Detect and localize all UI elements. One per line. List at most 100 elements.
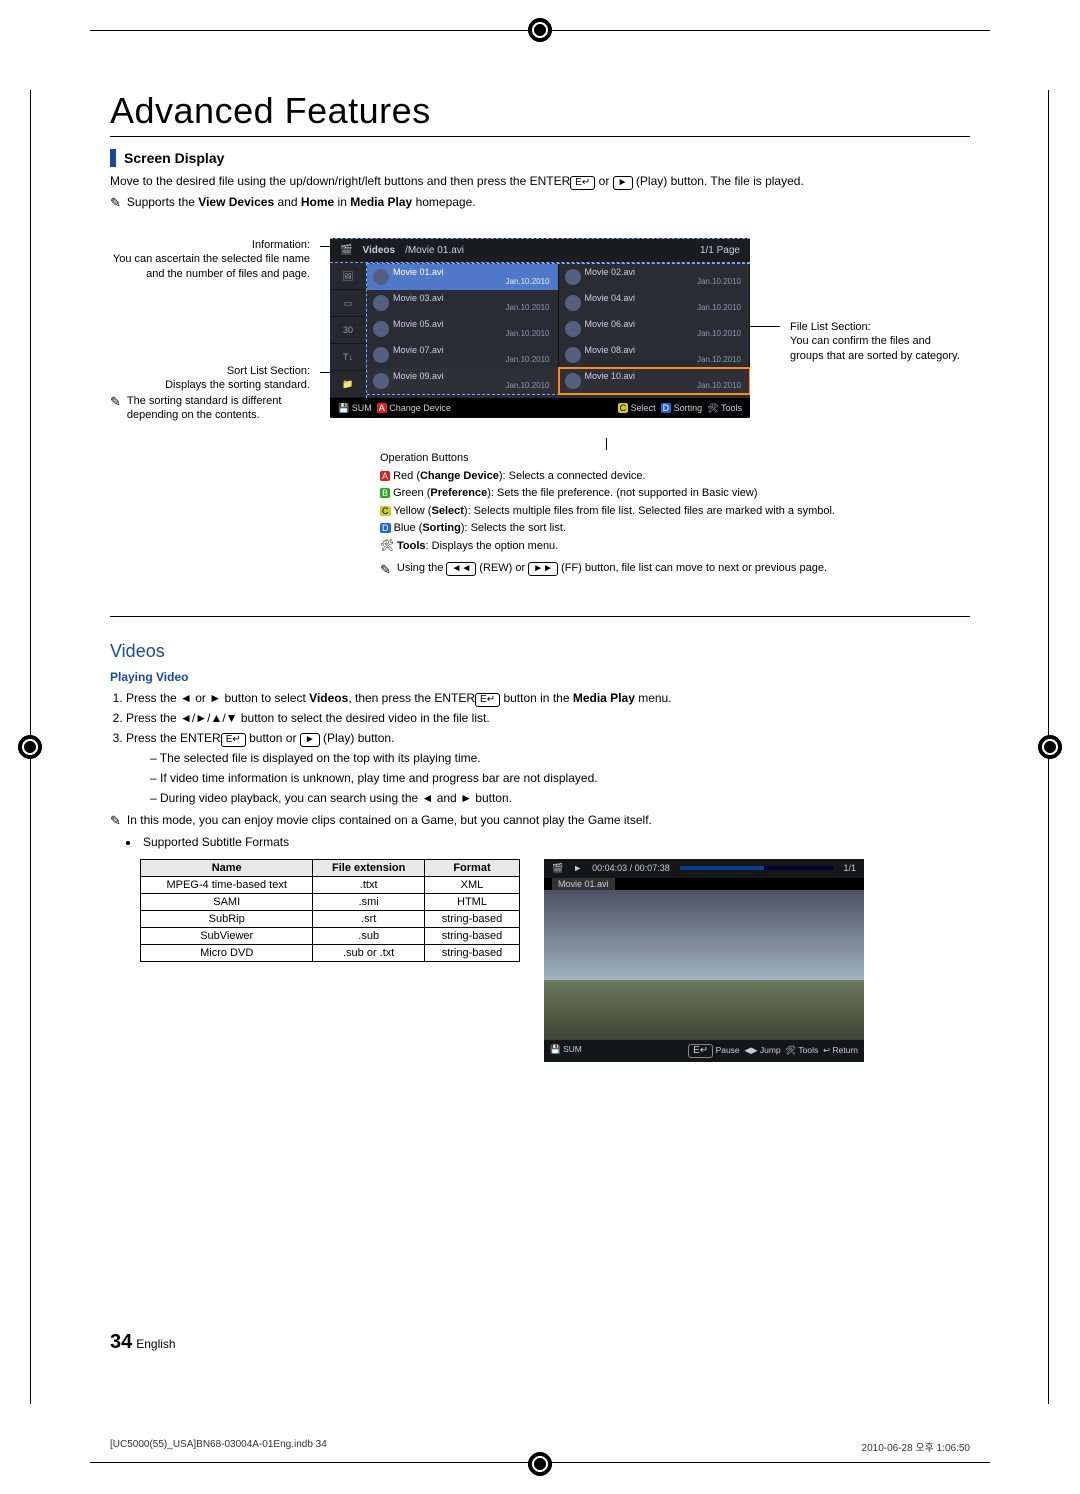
- table-row: SubViewer.substring-based: [141, 927, 520, 944]
- drive-icon: 💾: [550, 1044, 561, 1054]
- list-item[interactable]: Movie 07.aviJan.10.2010: [367, 342, 559, 368]
- screen-display-figure: Information: You can ascertain the selec…: [110, 228, 970, 588]
- tv-sort-sidebar: 🖼 ▭ 30 T↓ 📁: [330, 263, 366, 398]
- tools-icon: 🛠: [785, 1045, 796, 1055]
- note-view-devices: ✎ Supports the View Devices and Home in …: [110, 194, 970, 212]
- tools-icon: 🛠: [707, 403, 718, 413]
- file-date: Jan.10.2010: [585, 278, 742, 287]
- list-item[interactable]: Movie 01.avi Jan.10.2010: [367, 264, 559, 290]
- sidebar-date-icon[interactable]: 30: [330, 317, 366, 344]
- intro-paragraph: Move to the desired file using the up/do…: [110, 173, 970, 190]
- operation-buttons-block: Operation Buttons A Red (Change Device):…: [380, 450, 835, 581]
- enter-icon: E↵: [688, 1044, 713, 1058]
- file-date: Jan.10.2010: [393, 278, 550, 287]
- registration-mark-right: [1038, 735, 1062, 759]
- play-icon: ►: [300, 733, 320, 747]
- file-icon: [565, 295, 581, 311]
- supported-subtitle-label: Supported Subtitle Formats: [126, 835, 970, 849]
- player-file-title: Movie 01.avi: [552, 878, 615, 890]
- enter-icon: E↵: [570, 176, 595, 190]
- doc-filename: [UC5000(55)_USA]BN68-03004A-01Eng.indb 3…: [110, 1439, 327, 1454]
- table-row: Micro DVD.sub or .txtstring-based: [141, 944, 520, 961]
- tv-footer: 💾 SUM A Change Device C Select D Sorting…: [330, 398, 750, 418]
- note-icon: ✎: [380, 560, 391, 580]
- video-player-screenshot: 🎬 ► 00:04:03 / 00:07:38 1/1 Movie 01.avi…: [544, 859, 864, 1062]
- sidebar-folder-icon[interactable]: 📁: [330, 371, 366, 398]
- file-icon: [565, 347, 581, 363]
- steps-list: Press the ◄ or ► button to select Videos…: [126, 690, 970, 806]
- table-row: SAMI.smiHTML: [141, 893, 520, 910]
- sidebar-ratio-icon[interactable]: ▭: [330, 290, 366, 317]
- registration-mark-top: [528, 18, 552, 42]
- list-item[interactable]: Movie 10.aviJan.10.2010: [559, 368, 751, 394]
- change-device-label: Change Device: [389, 403, 451, 413]
- file-icon: [373, 347, 389, 363]
- tools-icon: 🛠: [380, 540, 394, 552]
- doc-timestamp: 2010-06-28 오후 1:06:50: [862, 1439, 970, 1454]
- file-icon: [373, 321, 389, 337]
- file-icon: [565, 321, 581, 337]
- d-button-badge: D: [661, 403, 672, 413]
- subtitle-formats-table: Name File extension Format MPEG-4 time-b…: [140, 859, 520, 962]
- list-item[interactable]: Movie 03.aviJan.10.2010: [367, 290, 559, 316]
- note-icon: ✎: [110, 394, 121, 423]
- registration-mark-bottom: [528, 1452, 552, 1476]
- col-format: Format: [424, 859, 519, 876]
- list-item[interactable]: Movie 08.aviJan.10.2010: [559, 342, 751, 368]
- playing-video-subheading: Playing Video: [110, 670, 970, 684]
- tv-file-list: Movie 01.avi Jan.10.2010 Movie 02.avi Ja…: [367, 263, 750, 395]
- col-name: Name: [141, 859, 313, 876]
- film-icon: 🎬: [552, 863, 563, 874]
- video-scene: [544, 890, 864, 1040]
- leader-line-right: [750, 326, 780, 327]
- note-game-mode: ✎ In this mode, you can enjoy movie clip…: [110, 812, 970, 830]
- file-icon: [373, 269, 389, 285]
- list-item[interactable]: Movie 09.aviJan.10.2010: [367, 368, 559, 394]
- note-icon: ✎: [110, 194, 121, 212]
- a-button-badge: A: [377, 403, 387, 413]
- file-icon: [373, 295, 389, 311]
- page-title: Advanced Features: [110, 90, 970, 137]
- table-row: SubRip.srtstring-based: [141, 910, 520, 927]
- sidebar-title-icon[interactable]: T↓: [330, 344, 366, 371]
- callout-sort-note: ✎ The sorting standard is different depe…: [110, 394, 310, 423]
- a-button-badge: A: [380, 471, 390, 481]
- bullet: The selected file is displayed on the to…: [150, 750, 970, 767]
- list-item[interactable]: Movie 05.aviJan.10.2010: [367, 316, 559, 342]
- bullet: If video time information is unknown, pl…: [150, 770, 970, 787]
- callout-filelist: File List Section: You can confirm the f…: [790, 320, 960, 363]
- d-button-badge: D: [380, 523, 391, 533]
- table-row: MPEG-4 time-based text.ttxtXML: [141, 876, 520, 893]
- tv-breadcrumb: /Movie 01.avi: [405, 245, 464, 256]
- accent-bar: [110, 149, 116, 167]
- step-3: Press the ENTERE↵ button or ► (Play) but…: [126, 730, 970, 806]
- tv-pageinfo: 1/1 Page: [700, 245, 740, 256]
- col-ext: File extension: [313, 859, 425, 876]
- tv-category: Videos: [362, 245, 395, 256]
- drive-icon: 💾: [338, 403, 349, 413]
- sidebar-thumbnail-icon[interactable]: 🖼: [330, 263, 366, 290]
- progress-bar[interactable]: [680, 866, 834, 870]
- videos-heading: Videos: [110, 616, 970, 662]
- list-item[interactable]: Movie 06.aviJan.10.2010: [559, 316, 751, 342]
- player-time: 00:04:03 / 00:07:38: [592, 863, 670, 873]
- callout-information: Information: You can ascertain the selec…: [110, 238, 310, 281]
- section-title: Screen Display: [124, 150, 224, 166]
- enter-icon: E↵: [475, 693, 500, 707]
- list-item[interactable]: Movie 02.avi Jan.10.2010: [559, 264, 751, 290]
- bullet: During video playback, you can search us…: [150, 790, 970, 807]
- c-button-badge: C: [380, 506, 391, 516]
- rew-icon: ◄◄: [446, 562, 476, 576]
- leader-line-op: [606, 438, 607, 450]
- callout-sortlist: Sort List Section: Displays the sorting …: [110, 364, 310, 393]
- play-icon: ►: [613, 176, 633, 190]
- ff-icon: ►►: [528, 562, 558, 576]
- op-heading: Operation Buttons: [380, 450, 835, 467]
- list-item[interactable]: Movie 04.aviJan.10.2010: [559, 290, 751, 316]
- document-footer: [UC5000(55)_USA]BN68-03004A-01Eng.indb 3…: [110, 1439, 970, 1454]
- page-number: 34English: [110, 1331, 176, 1354]
- b-button-badge: B: [380, 488, 390, 498]
- file-icon: [565, 269, 581, 285]
- step-1: Press the ◄ or ► button to select Videos…: [126, 690, 970, 707]
- file-icon: [373, 373, 389, 389]
